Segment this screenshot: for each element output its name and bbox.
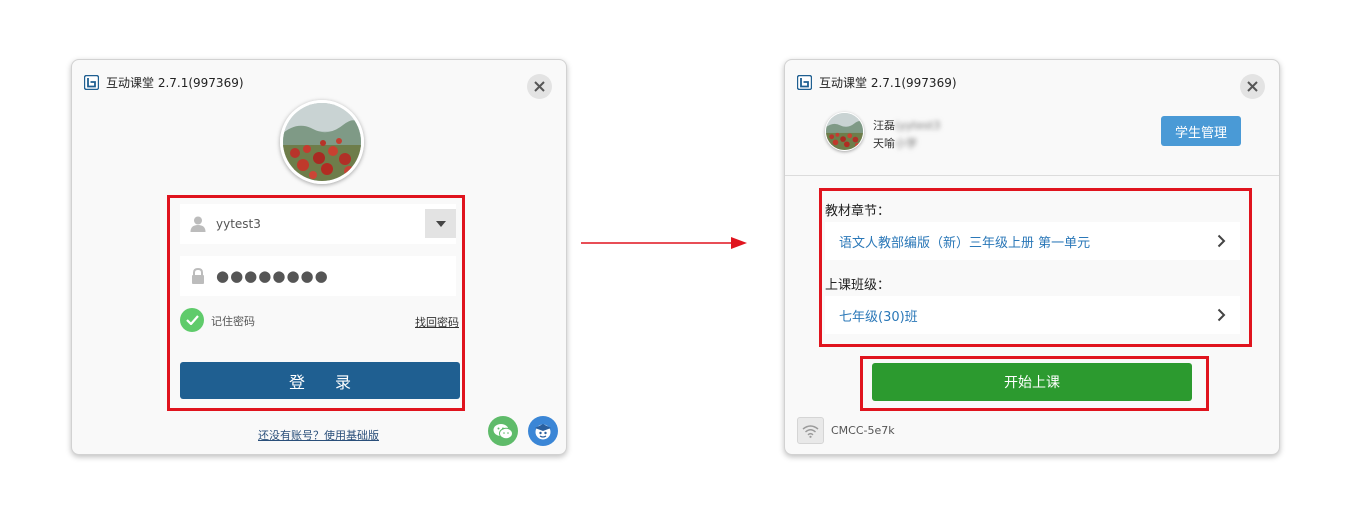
assistant-login-button[interactable] xyxy=(528,416,558,446)
main-window-title: 互动课堂 2.7.1(997369) xyxy=(819,75,957,90)
avatar-image xyxy=(283,103,361,181)
user-school-blurred: 小学 xyxy=(895,137,917,150)
close-icon xyxy=(534,81,545,92)
account-dropdown-button[interactable] xyxy=(425,209,456,238)
forgot-password-link[interactable]: 找回密码 xyxy=(415,314,459,330)
username-field[interactable]: yytest3 xyxy=(180,204,456,244)
login-button[interactable]: 登录 xyxy=(180,362,460,399)
main-close-button[interactable] xyxy=(1240,74,1265,99)
textbook-label: 教材章节： xyxy=(825,204,891,219)
chevron-right-icon xyxy=(1217,234,1226,248)
login-window: 互动课堂 2.7.1(997369) yytest3 ●●●●●●●● 记住密码… xyxy=(71,59,567,455)
user-name-blurred: (yytest3 xyxy=(895,119,941,132)
remember-password-checkbox[interactable] xyxy=(180,308,204,332)
class-select-row[interactable]: 七年级(30)班 xyxy=(825,296,1240,334)
avatar-image xyxy=(826,113,863,150)
textbook-value: 语文人教部编版（新）三年级上册 第一单元 xyxy=(839,235,1091,251)
user-school: 天喻小学 xyxy=(873,135,917,151)
close-icon xyxy=(1247,81,1258,92)
check-icon xyxy=(185,315,199,325)
password-field[interactable]: ●●●●●●●● xyxy=(180,256,456,296)
login-window-title: 互动课堂 2.7.1(997369) xyxy=(106,75,244,90)
app-logo-icon xyxy=(797,74,812,90)
arrow-right-icon xyxy=(581,237,747,249)
login-close-button[interactable] xyxy=(527,74,552,99)
wifi-icon xyxy=(802,424,819,438)
password-value: ●●●●●●●● xyxy=(216,267,329,285)
user-avatar xyxy=(280,100,364,184)
basic-version-link[interactable]: 还没有账号？使用基础版 xyxy=(258,427,379,443)
class-value: 七年级(30)班 xyxy=(839,309,918,325)
user-name-visible: 汪磊 xyxy=(873,119,895,132)
textbook-select-row[interactable]: 语文人教部编版（新）三年级上册 第一单元 xyxy=(825,222,1240,260)
main-titlebar: 互动课堂 2.7.1(997369) xyxy=(797,73,957,91)
class-setup-window: 互动课堂 2.7.1(997369) 汪磊(yytest3 天喻小学 学生管理 … xyxy=(784,59,1280,455)
student-management-button[interactable]: 学生管理 xyxy=(1161,116,1241,146)
start-class-button[interactable]: 开始上课 xyxy=(872,363,1192,401)
username-value: yytest3 xyxy=(216,217,261,231)
app-logo-icon xyxy=(84,74,99,90)
wechat-login-button[interactable] xyxy=(488,416,518,446)
user-icon xyxy=(190,216,206,232)
wifi-name: CMCC-5e7k xyxy=(831,424,895,437)
chevron-right-icon xyxy=(1217,308,1226,322)
dropdown-icon xyxy=(435,220,446,227)
user-avatar xyxy=(825,112,864,151)
header-divider xyxy=(785,175,1279,176)
user-name: 汪磊(yytest3 xyxy=(873,117,940,133)
assistant-icon xyxy=(535,424,551,440)
class-label: 上课班级： xyxy=(825,278,891,293)
wifi-status[interactable] xyxy=(797,417,824,444)
login-titlebar: 互动课堂 2.7.1(997369) xyxy=(84,73,244,91)
lock-icon xyxy=(192,267,204,284)
remember-password-label: 记住密码 xyxy=(211,315,255,328)
user-school-visible: 天喻 xyxy=(873,137,895,150)
wechat-icon xyxy=(493,423,513,439)
